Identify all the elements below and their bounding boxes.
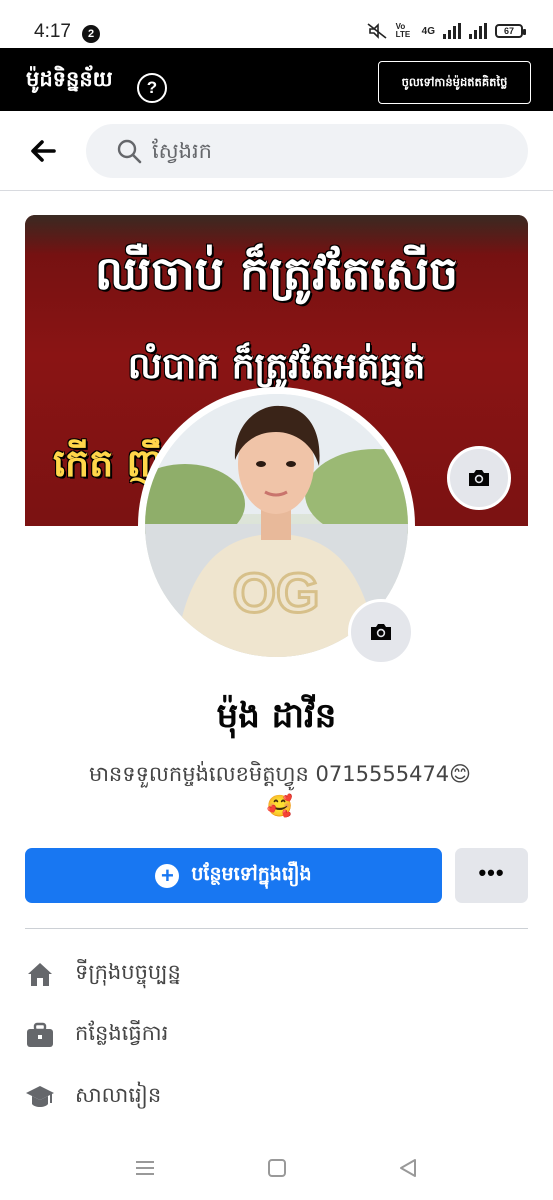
home-button-icon[interactable] bbox=[265, 1156, 289, 1180]
plus-icon: + bbox=[155, 863, 180, 888]
bio-line: មានទទួលកម្ចង់លេខមិត្តហ្វូន 0715555474😊 bbox=[88, 762, 472, 786]
search-bar[interactable] bbox=[86, 124, 528, 178]
camera-icon bbox=[469, 470, 489, 486]
detail-label: ទីក្រុងបច្ចុប្បន្ន bbox=[75, 959, 181, 984]
status-icons: Vo LTE 4G 67 bbox=[366, 22, 526, 40]
network-label: 4G bbox=[421, 25, 435, 37]
recents-menu-icon[interactable] bbox=[133, 1156, 157, 1180]
free-mode-button[interactable]: ចូលទៅកាន់ម៉ូដឥតគិតថ្លៃ bbox=[378, 61, 531, 104]
profile-bio: មានទទួលកម្ចង់លេខមិត្តហ្វូន 0715555474😊 🥰 bbox=[50, 758, 510, 822]
briefcase-icon bbox=[27, 1022, 53, 1047]
help-icon[interactable]: ? bbox=[137, 73, 167, 103]
data-mode-banner: ម៉ូដទិន្នន័យ ចូលទៅកាន់ម៉ូដឥតគិតថ្លៃ bbox=[0, 48, 553, 111]
detail-label: កន្លែងធ្វើការ bbox=[75, 1020, 169, 1045]
edit-profile-picture-button[interactable] bbox=[348, 599, 414, 665]
back-arrow-icon[interactable] bbox=[26, 133, 62, 169]
mute-icon bbox=[367, 23, 387, 39]
edit-cover-button[interactable] bbox=[447, 446, 511, 510]
bio-line: 🥰 bbox=[266, 794, 294, 818]
home-icon bbox=[28, 963, 52, 986]
signal-icon-2 bbox=[469, 23, 487, 39]
status-time: 4:17 bbox=[34, 21, 71, 42]
header-divider bbox=[0, 190, 553, 191]
svg-text:OG: OG bbox=[232, 561, 319, 624]
data-mode-title: ម៉ូដទិន្នន័យ bbox=[26, 67, 113, 91]
signal-icon bbox=[443, 23, 461, 39]
cover-text-line1: ឈឺចាប់ ក៏ត្រូវតែសើច bbox=[94, 246, 459, 300]
more-options-button[interactable]: ••• bbox=[455, 848, 528, 903]
add-to-story-label: បន្ថែមទៅក្នុងរឿង bbox=[191, 862, 312, 885]
back-triangle-icon[interactable] bbox=[396, 1156, 420, 1180]
profile-name: ម៉ុង ដាវីន bbox=[216, 696, 337, 736]
volte-label: Vo LTE bbox=[395, 22, 411, 39]
detail-label: សាលារៀន bbox=[75, 1082, 162, 1107]
search-icon bbox=[117, 139, 142, 164]
status-bar: 4:17 2 Vo LTE 4G 67 bbox=[0, 0, 553, 48]
battery-icon: 67 bbox=[495, 24, 526, 38]
search-input[interactable] bbox=[152, 138, 492, 164]
camera-icon bbox=[371, 624, 391, 640]
detail-current-city[interactable]: ទីក្រុងបច្ចុប្បន្ន bbox=[25, 954, 181, 994]
add-to-story-button[interactable]: + បន្ថែមទៅក្នុងរឿង bbox=[25, 848, 442, 903]
notification-badge: 2 bbox=[82, 25, 100, 43]
graduation-cap-icon bbox=[26, 1086, 54, 1107]
section-divider bbox=[25, 928, 528, 929]
system-nav-bar bbox=[0, 1136, 553, 1200]
detail-workplace[interactable]: កន្លែងធ្វើការ bbox=[25, 1015, 168, 1055]
detail-school[interactable]: សាលារៀន bbox=[25, 1077, 161, 1117]
